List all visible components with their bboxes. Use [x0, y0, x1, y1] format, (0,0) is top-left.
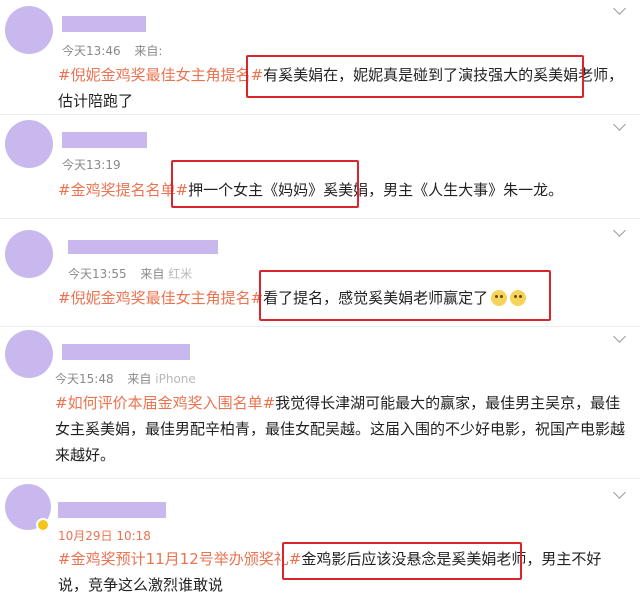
post-body: #倪妮金鸡奖最佳女主角提名#看了提名，感觉奚美娟老师赢定了: [58, 285, 628, 311]
post-body: #金鸡奖预计11月12号举办颁奖礼#金鸡影后应该没悬念是奚美娟老师，男主不好说，…: [58, 546, 628, 598]
comment-item: 今天13:46 来自: #倪妮金鸡奖最佳女主角提名#有奚美娟在，妮妮真是碰到了演…: [0, 0, 640, 112]
post-body: #倪妮金鸡奖最佳女主角提名#有奚美娟在，妮妮真是碰到了演技强大的奚美娟老师，估计…: [58, 62, 628, 114]
hashtag-link[interactable]: #金鸡奖提名名单#: [58, 181, 188, 199]
hashtag-link[interactable]: #金鸡奖预计11月12号举办颁奖礼#: [58, 550, 301, 568]
chevron-down-icon[interactable]: [613, 330, 626, 343]
post-source: 来自: [127, 372, 152, 386]
post-meta: 今天13:19: [62, 156, 131, 173]
hashtag-link[interactable]: #如何评价本届金鸡奖入围名单#: [55, 394, 275, 412]
verified-badge-icon: [36, 518, 50, 532]
avatar[interactable]: [5, 230, 53, 278]
post-time: 今天13:55: [68, 267, 127, 281]
username-redacted[interactable]: [58, 502, 166, 518]
chevron-down-icon[interactable]: [613, 486, 626, 499]
chevron-down-icon[interactable]: [613, 224, 626, 237]
username-redacted[interactable]: [62, 132, 147, 148]
doge-emoji-icon: [491, 290, 508, 306]
post-text: 押一个女主《妈妈》奚美娟，男主《人生大事》朱一龙。: [188, 181, 564, 199]
doge-emoji-icon: [510, 290, 527, 306]
post-time: 今天15:48: [55, 372, 114, 386]
post-source: 来自: [140, 267, 165, 281]
comment-item: 10月29日 10:18 #金鸡奖预计11月12号举办颁奖礼#金鸡影后应该没悬念…: [0, 478, 640, 603]
post-time: 10月29日 10:18: [58, 529, 151, 543]
avatar[interactable]: [5, 330, 53, 378]
chevron-down-icon[interactable]: [613, 2, 626, 15]
hashtag-link[interactable]: #倪妮金鸡奖最佳女主角提名#: [58, 289, 263, 307]
post-body: #金鸡奖提名名单#押一个女主《妈妈》奚美娟，男主《人生大事》朱一龙。: [58, 177, 628, 203]
post-source-device: iPhone: [155, 372, 196, 386]
post-source: 来自:: [134, 44, 163, 58]
post-time: 今天13:19: [62, 158, 121, 172]
hashtag-link[interactable]: #倪妮金鸡奖最佳女主角提名#: [58, 66, 263, 84]
post-text: 看了提名，感觉奚美娟老师赢定了: [263, 289, 489, 307]
comment-item: 今天13:19 #金鸡奖提名名单#押一个女主《妈妈》奚美娟，男主《人生大事》朱一…: [0, 114, 640, 216]
post-time: 今天13:46: [62, 44, 121, 58]
comment-item: 今天13:55 来自 红米 #倪妮金鸡奖最佳女主角提名#看了提名，感觉奚美娟老师…: [0, 218, 640, 324]
post-meta: 10月29日 10:18: [58, 527, 161, 544]
post-meta: 今天13:55 来自 红米: [68, 265, 192, 282]
comment-item: 今天15:48 来自 iPhone #如何评价本届金鸡奖入围名单#我觉得长津湖可…: [0, 326, 640, 476]
post-meta: 今天15:48 来自 iPhone: [55, 370, 196, 387]
avatar[interactable]: [5, 6, 53, 54]
post-meta: 今天13:46 来自:: [62, 42, 162, 59]
chevron-down-icon[interactable]: [613, 118, 626, 131]
username-redacted[interactable]: [62, 16, 146, 32]
post-body: #如何评价本届金鸡奖入围名单#我觉得长津湖可能最大的赢家，最佳男主吴京，最佳女主…: [55, 390, 630, 468]
avatar[interactable]: [5, 120, 53, 168]
post-source-device: 红米: [168, 267, 193, 281]
username-redacted[interactable]: [62, 344, 190, 360]
username-redacted[interactable]: [68, 240, 218, 254]
